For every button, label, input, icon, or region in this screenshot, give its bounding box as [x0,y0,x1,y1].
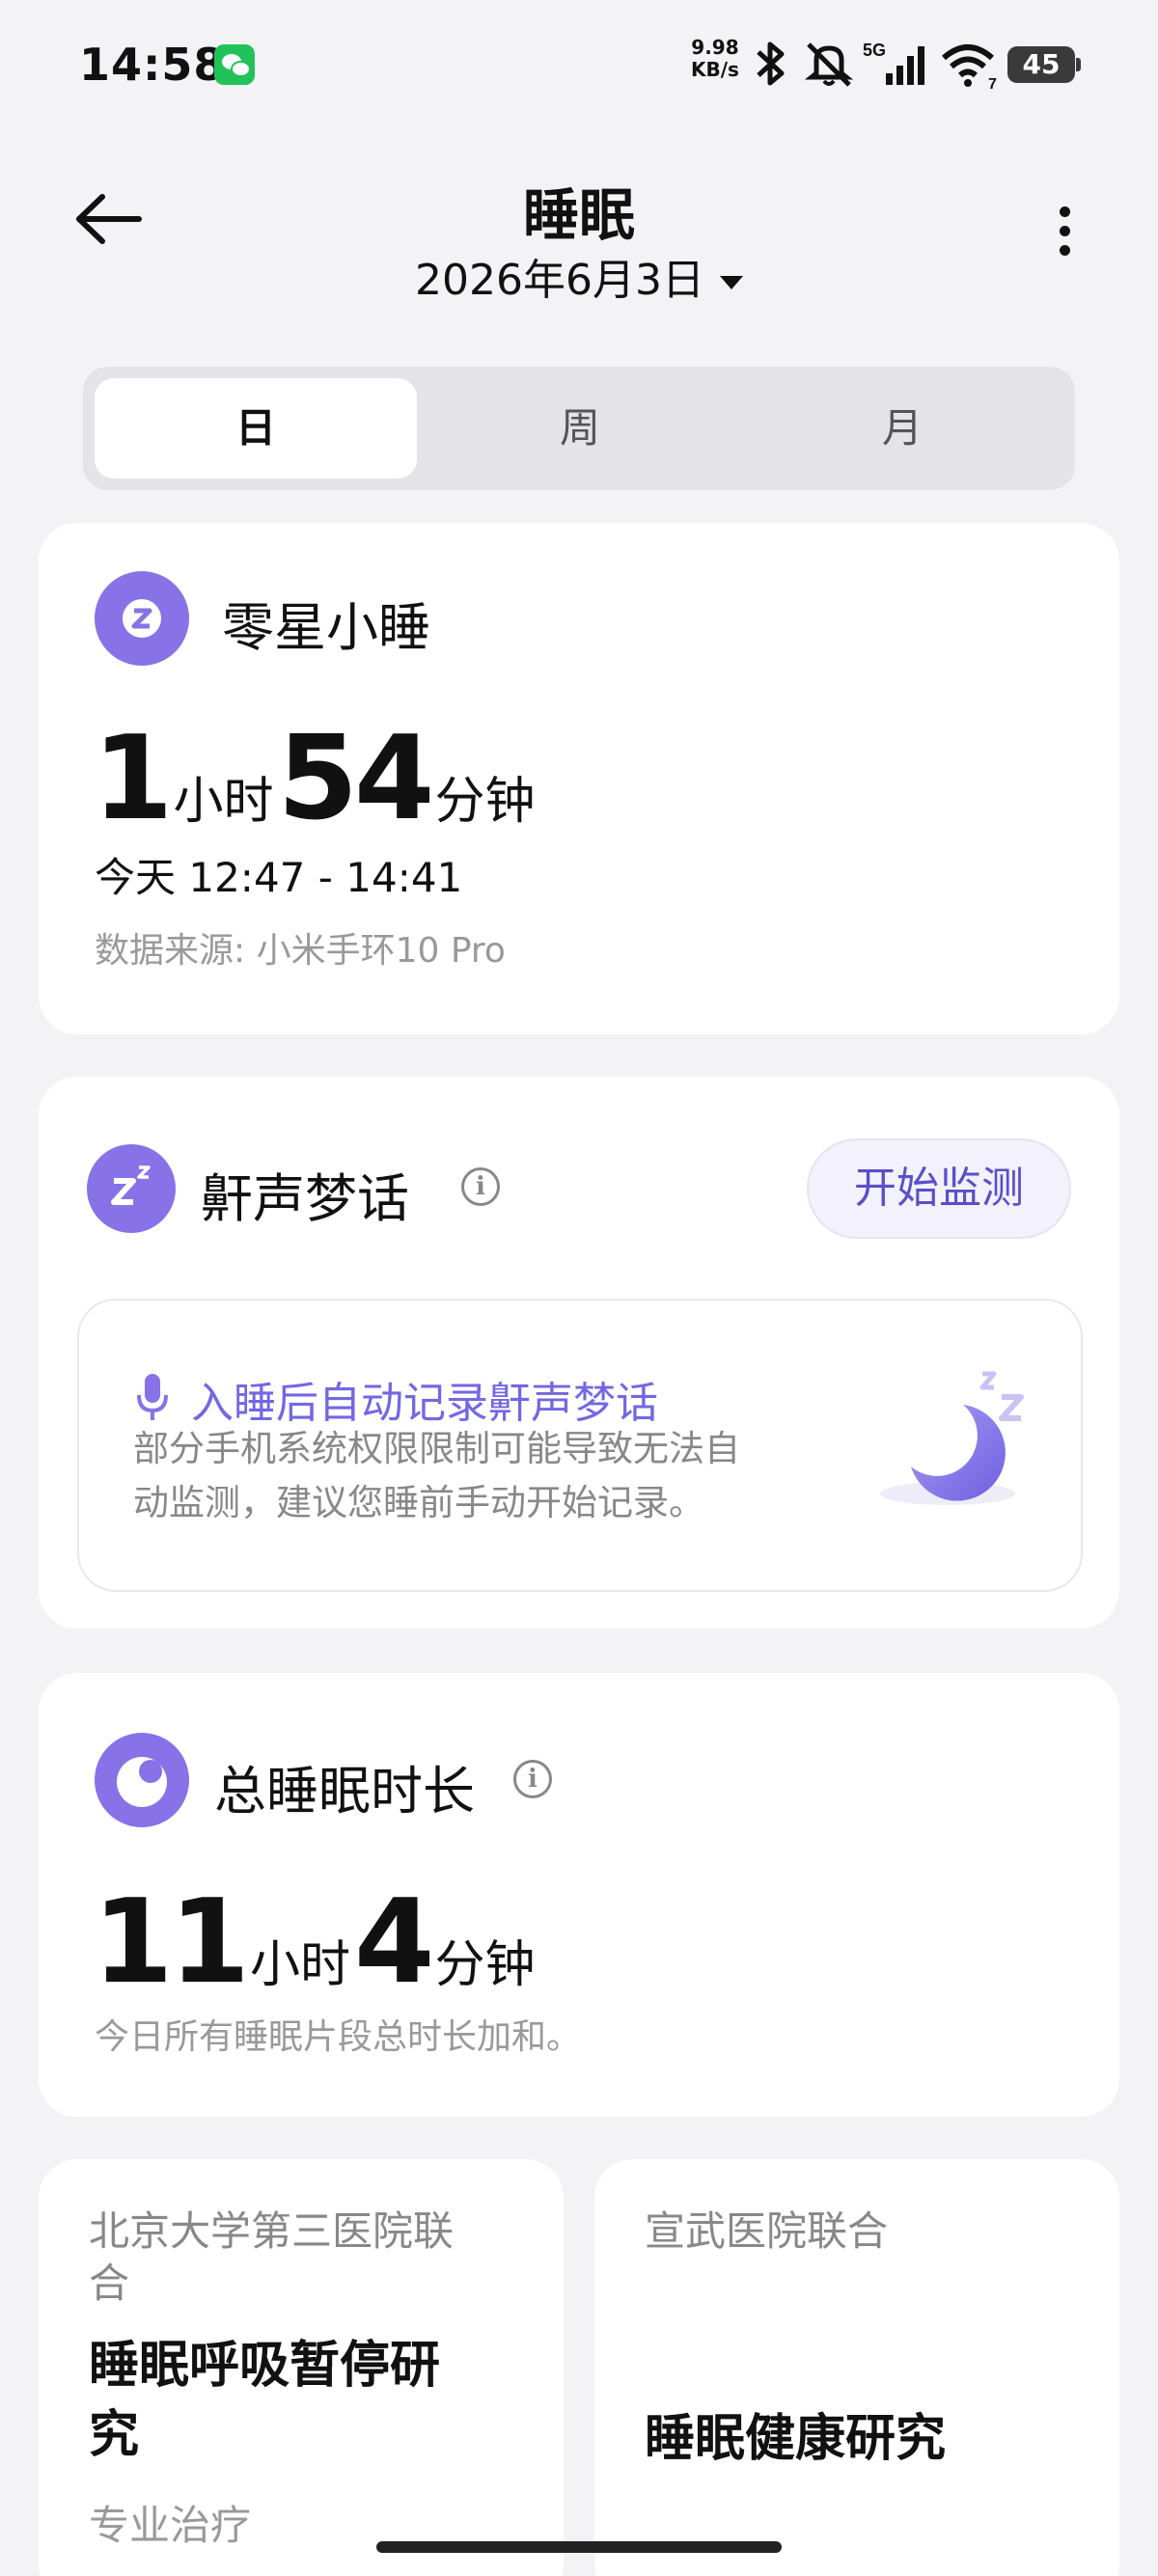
total-sleep-duration: 11小时4分钟 [93,1885,539,2001]
research-org: 宣武医院联合 [645,2207,889,2255]
total-sleep-note: 今日所有睡眠片段总时长加和。 [95,2017,582,2057]
more-options-button[interactable] [1052,206,1077,264]
research-title-line-1: 睡眠呼吸暂停研 [89,2337,441,2395]
tab-day[interactable]: 日 [95,378,417,479]
wifi-label: 7 [988,76,997,91]
info-icon[interactable]: i [461,1167,500,1206]
research-title: 睡眠呼吸暂停研 究 [89,2331,440,2470]
snore-tip-box: 入睡后自动记录鼾声梦话 部分手机系统权限限制可能导致无法自 动监测，建议您睡前手… [77,1299,1083,1592]
network-speed-unit: KB/s [691,58,739,81]
date-selector[interactable]: 2026年6月3日 [386,245,772,307]
tip-body-line-2: 动监测，建议您睡前手动开始记录。 [133,1482,704,1523]
wifi-icon: 7 [942,44,997,91]
status-bar: 14:58 9.98 KB/s 5G 7 45 [0,0,1158,135]
research-title-line-2: 究 [89,2406,140,2464]
nap-duration: 1小时54分钟 [93,722,539,837]
total-hours-unit: 小时 [250,1936,351,1994]
start-monitoring-button[interactable]: 开始监测 [807,1138,1071,1239]
nap-title: 零星小睡 [222,597,430,658]
caret-down-icon [719,276,743,289]
signal-label: 5G [863,41,886,60]
network-speed: 9.98 KB/s [691,37,739,81]
research-card-apnea[interactable]: 北京大学第三医院联 合 睡眠呼吸暂停研 究 专业治疗 [39,2159,564,2576]
date-label: 2026年6月3日 [415,256,704,305]
research-org: 北京大学第三医院联 合 [89,2206,454,2310]
snore-zz-icon [87,1144,176,1233]
research-title: 睡眠健康研究 [645,2410,947,2468]
bluetooth-icon [757,41,785,86]
research-tag: 专业治疗 [89,2502,252,2549]
nap-card[interactable]: 零星小睡 1小时54分钟 今天 12:47 - 14:41 数据来源: 小米手环… [39,523,1119,1034]
research-org-line-1: 北京大学第三医院联 [89,2207,455,2255]
period-tabs: 日 周 月 [83,367,1075,490]
page-title: 睡眠 [522,182,635,248]
nap-minutes-unit: 分钟 [434,773,536,831]
tip-body: 部分手机系统权限限制可能导致无法自 动监测，建议您睡前手动开始记录。 [133,1422,740,1530]
nap-hours: 1 [93,712,173,846]
microphone-icon [137,1374,168,1420]
tab-week[interactable]: 周 [419,378,741,479]
status-time: 14:58 [79,39,226,91]
tab-month[interactable]: 月 [741,378,1063,479]
total-sleep-title: 总睡眠时长 [214,1761,475,1822]
nap-minutes: 54 [277,712,435,846]
data-source: 数据来源: 小米手环10 Pro [95,931,506,971]
tip-body-line-1: 部分手机系统权限限制可能导致无法自 [133,1428,740,1469]
battery-indicator: 45 [1007,46,1081,83]
nap-z-icon [95,571,189,666]
total-sleep-card[interactable]: 总睡眠时长 i 11小时4分钟 今日所有睡眠片段总时长加和。 [39,1673,1119,2117]
snore-card: 鼾声梦话 i 开始监测 入睡后自动记录鼾声梦话 部分手机系统权限限制可能导致无法… [39,1077,1119,1629]
research-card-health[interactable]: 宣武医院联合 睡眠健康研究 [594,2159,1119,2576]
info-icon[interactable]: i [513,1760,552,1798]
moon-sleep-illustration [880,1371,1024,1505]
cellular-signal-icon: 5G [863,41,924,85]
total-minutes: 4 [354,1876,434,2010]
home-indicator[interactable] [376,2541,782,2553]
mute-bell-icon [804,42,854,87]
wechat-notification-icon [214,44,255,85]
research-org-line-2: 合 [89,2260,130,2307]
network-speed-value: 9.98 [691,36,739,59]
tip-title: 入睡后自动记录鼾声梦话 [191,1379,658,1428]
nap-time-range: 今天 12:47 - 14:41 [95,854,463,901]
nap-hours-unit: 小时 [173,773,274,831]
total-minutes-unit: 分钟 [434,1936,536,1994]
total-hours: 11 [93,1876,250,2010]
snore-title: 鼾声梦话 [201,1168,409,1229]
moon-icon [95,1733,189,1827]
